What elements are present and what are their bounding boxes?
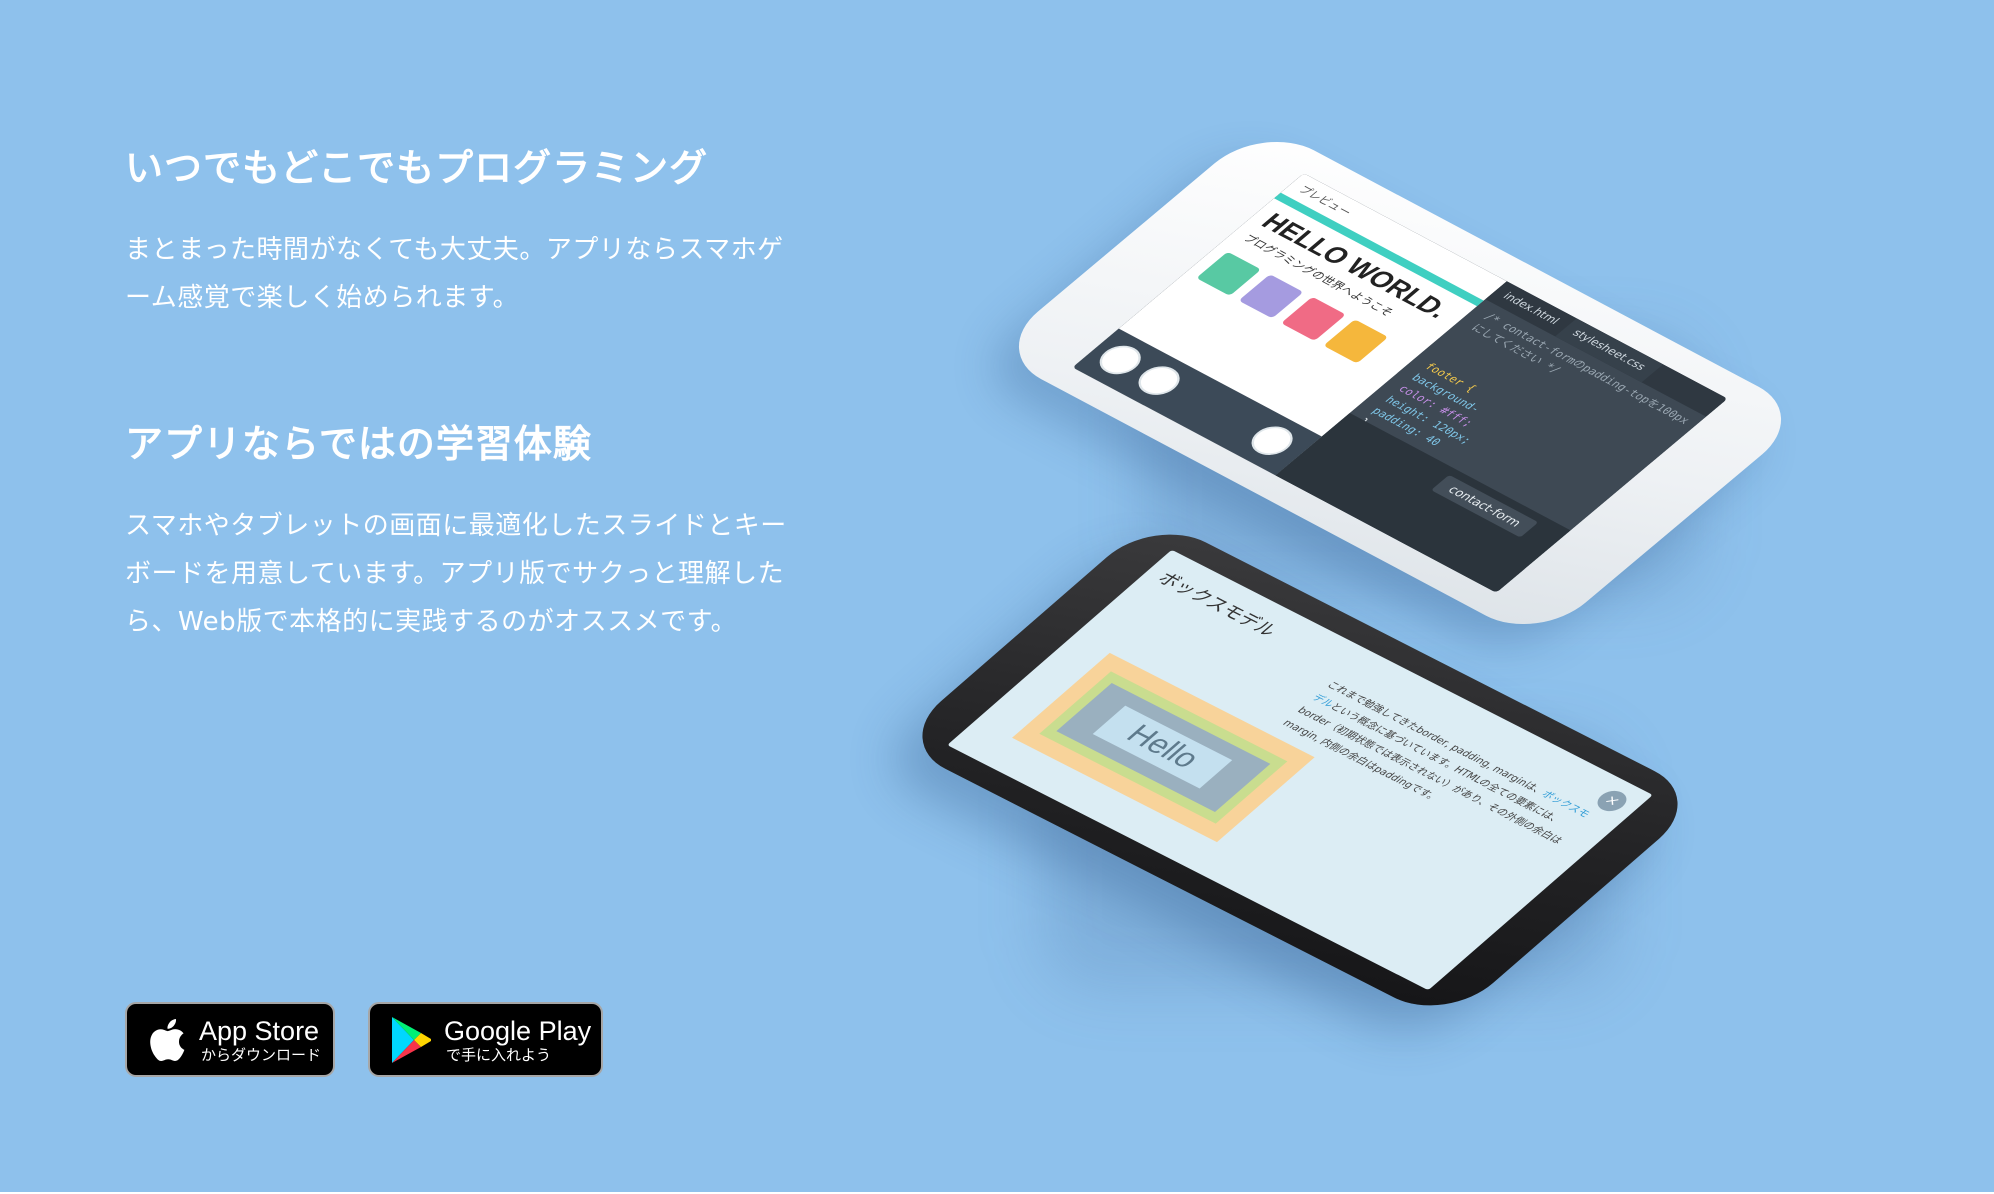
google-play-badge[interactable]: Google Play で手に入れよう	[368, 1002, 603, 1077]
box-model-margin: Hello	[1012, 652, 1315, 843]
google-play-title: Google Play	[444, 1015, 592, 1046]
expand-icon[interactable]	[1243, 420, 1302, 461]
slide-text-part: という概念に基づいています。HTMLの全ての要素には、border（初期状態では…	[1279, 701, 1565, 847]
section-text-app-learning: スマホやタブレットの画面に最適化したスライドとキーボードを用意しています。アプリ…	[125, 511, 787, 637]
avatar	[1091, 340, 1150, 380]
box-model-border: Hello	[1039, 671, 1288, 824]
section-heading-app-learning: アプリならではの学習体験	[125, 422, 592, 466]
section-heading-anywhere: いつでもどこでもプログラミング	[125, 146, 709, 190]
slide-title: ボックスモデル	[1152, 568, 1282, 641]
box-model-padding: Hello	[1056, 683, 1271, 812]
apple-icon	[139, 1013, 193, 1067]
box-model-content: Hello	[1092, 705, 1233, 789]
app-store-title: App Store	[199, 1015, 320, 1046]
black-phone-mockup: ボックスモデル これまで勉強してきたborder, padding, margi…	[893, 500, 1707, 1030]
preview-footer	[1072, 328, 1322, 476]
section-text-anywhere: まとまった時間がなくても大丈夫。アプリならスマホゲーム感覚で楽しく始められます。	[125, 235, 784, 313]
slide-text: これまで勉強してきたborder, padding, marginは、ボックスモ…	[1277, 678, 1603, 865]
google-play-icon	[384, 1013, 438, 1067]
google-play-subtitle: で手に入れよう	[446, 1045, 552, 1064]
app-store-badge[interactable]: App Store からダウンロード	[125, 1002, 335, 1077]
slide-icon[interactable]	[1130, 360, 1189, 401]
app-store-subtitle: からダウンロード	[201, 1045, 322, 1064]
